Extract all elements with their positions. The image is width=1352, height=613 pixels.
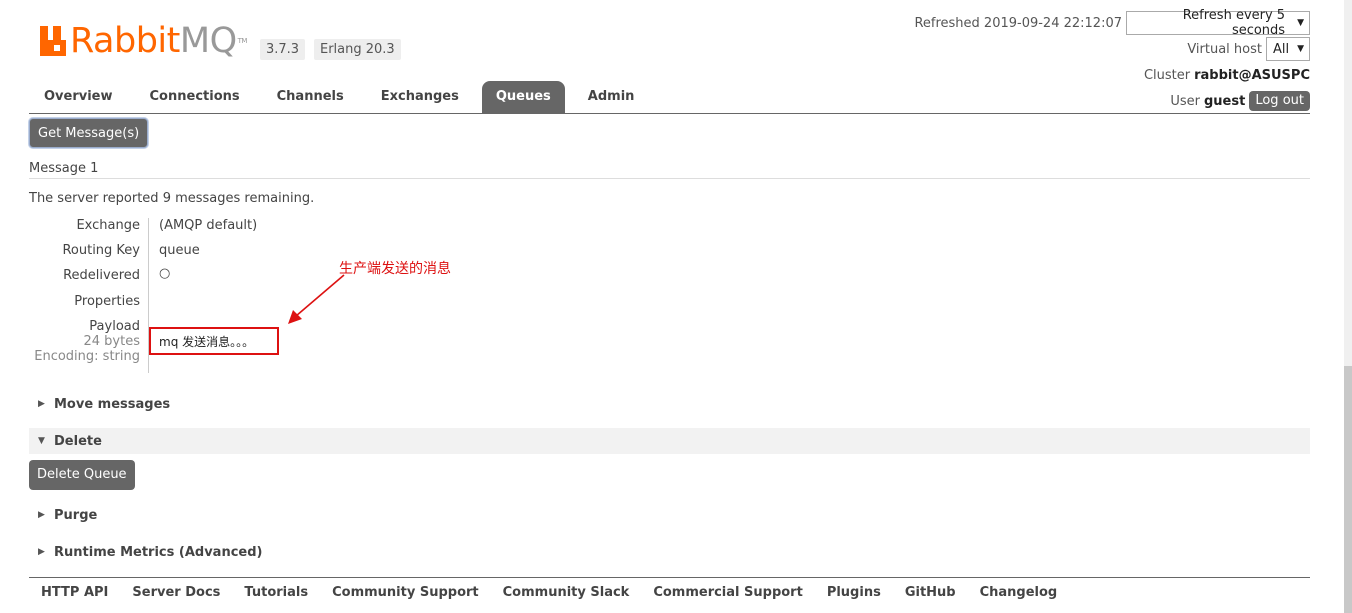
exchange-label: Exchange (76, 218, 140, 233)
payload-encoding: Encoding: string (34, 349, 140, 364)
user-name: guest (1204, 93, 1246, 109)
cluster-label: Cluster (1143, 67, 1191, 83)
redelivered-value: ○ (159, 266, 171, 281)
footer-link-community-slack[interactable]: Community Slack (503, 585, 630, 600)
message-heading: Message 1 (29, 161, 99, 176)
exchange-value: (AMQP default) (159, 218, 258, 233)
rabbitmq-logo: RabbitMQTM (40, 22, 247, 60)
footer-links: HTTP API Server Docs Tutorials Community… (41, 585, 1081, 600)
expand-arrow-icon: ▶ (38, 399, 45, 409)
dropdown-arrow-icon: ▼ (1297, 18, 1304, 28)
collapse-arrow-icon: ▼ (38, 436, 45, 446)
tab-overview[interactable]: Overview (30, 81, 127, 113)
footer-link-tutorials[interactable]: Tutorials (244, 585, 308, 600)
status-panel: Refreshed 2019-09-24 22:12:07 Refresh ev… (914, 8, 1310, 115)
rabbitmq-logo-icon (40, 26, 66, 56)
refreshed-timestamp: Refreshed 2019-09-24 22:12:07 (914, 15, 1122, 31)
refresh-interval-select[interactable]: Refresh every 5 seconds ▼ (1126, 8, 1310, 38)
vertical-scrollbar[interactable] (1344, 0, 1352, 613)
vhost-label: Virtual host (1187, 41, 1262, 57)
footer-link-community-support[interactable]: Community Support (332, 585, 479, 600)
nav-divider (29, 113, 1310, 114)
routing-key-value: queue (159, 243, 200, 258)
footer-link-commercial-support[interactable]: Commercial Support (653, 585, 803, 600)
footer-link-github[interactable]: GitHub (905, 585, 956, 600)
user-row: User guest Log out (914, 89, 1310, 113)
tab-queues[interactable]: Queues (481, 81, 565, 113)
move-messages-section[interactable]: ▶ Move messages (29, 391, 1310, 417)
message-divider (29, 178, 1310, 179)
tab-admin[interactable]: Admin (574, 81, 649, 113)
runtime-metrics-section[interactable]: ▶ Runtime Metrics (Advanced) (29, 539, 1310, 565)
expand-arrow-icon: ▶ (38, 510, 45, 520)
logout-button[interactable]: Log out (1249, 91, 1310, 111)
properties-label: Properties (74, 294, 140, 309)
delete-section[interactable]: ▼ Delete (29, 428, 1310, 454)
cluster-name: rabbit@ASUSPC (1194, 67, 1310, 83)
footer-divider (29, 577, 1310, 578)
annotation-label: 生产端发送的消息 (339, 261, 451, 277)
footer-link-http-api[interactable]: HTTP API (41, 585, 108, 600)
logo-wordmark: RabbitMQTM (70, 21, 247, 61)
erlang-version-badge: Erlang 20.3 (314, 39, 401, 60)
payload-size: 24 bytes (83, 334, 141, 349)
main-nav: Overview Connections Channels Exchanges … (30, 81, 657, 113)
server-report: The server reported 9 messages remaining… (29, 191, 315, 206)
payload-value: mq 发送消息。。。 (149, 327, 279, 355)
dropdown-arrow-icon: ▼ (1297, 44, 1304, 54)
delete-queue-button[interactable]: Delete Queue (29, 460, 135, 490)
footer-link-server-docs[interactable]: Server Docs (132, 585, 220, 600)
expand-arrow-icon: ▶ (38, 547, 45, 557)
redelivered-label: Redelivered (63, 268, 140, 283)
purge-section[interactable]: ▶ Purge (29, 502, 1310, 528)
tab-channels[interactable]: Channels (263, 81, 358, 113)
tab-connections[interactable]: Connections (136, 81, 254, 113)
cluster-row: Cluster rabbit@ASUSPC (914, 63, 1310, 87)
scrollbar-thumb[interactable] (1344, 366, 1352, 613)
footer-link-plugins[interactable]: Plugins (827, 585, 881, 600)
routing-key-label: Routing Key (62, 243, 140, 258)
vhost-select[interactable]: All ▼ (1266, 37, 1310, 61)
annotation-arrow-icon (288, 274, 345, 324)
messages-remaining-count: 9 (162, 191, 171, 206)
tab-exchanges[interactable]: Exchanges (367, 81, 473, 113)
user-label: User (1170, 93, 1200, 109)
get-messages-button[interactable]: Get Message(s) (29, 118, 149, 148)
footer-link-changelog[interactable]: Changelog (980, 585, 1058, 600)
rabbitmq-version-badge: 3.7.3 (260, 39, 306, 60)
vhost-row: Virtual host All ▼ (914, 37, 1310, 61)
refresh-row: Refreshed 2019-09-24 22:12:07 Refresh ev… (914, 8, 1310, 38)
payload-label: Payload (89, 319, 140, 334)
